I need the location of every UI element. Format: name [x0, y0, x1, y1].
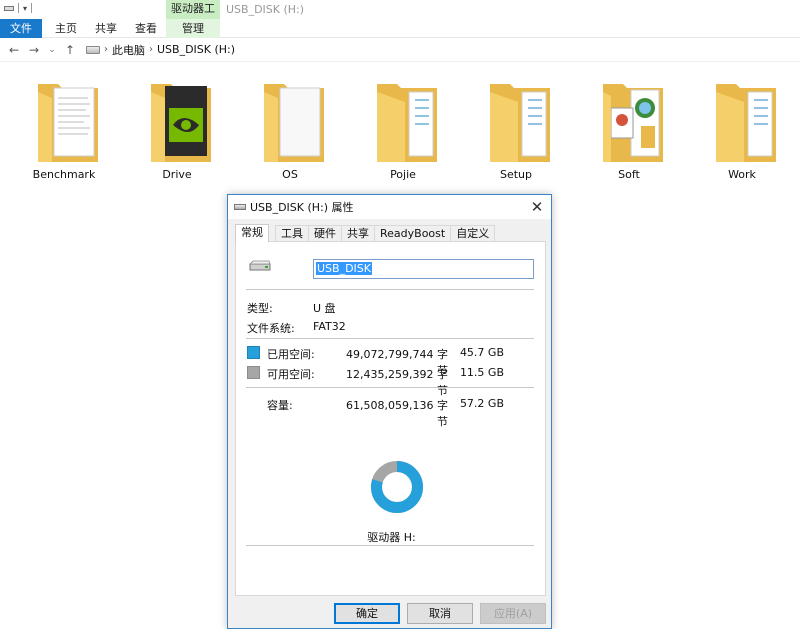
dialog-tabs: 常规 工具 硬件 共享 ReadyBoost 自定义 [235, 224, 496, 242]
drive-icon[interactable] [4, 5, 14, 11]
type-value: U 盘 [313, 302, 336, 315]
usb-drive-icon [249, 260, 271, 271]
tab-general[interactable]: 常规 [235, 224, 269, 242]
forward-arrow-icon[interactable]: → [26, 43, 42, 57]
folder-label: Soft [618, 168, 640, 181]
tab-customize[interactable]: 自定义 [450, 225, 496, 241]
folder-label: Pojie [390, 168, 416, 181]
close-icon[interactable]: ✕ [529, 198, 545, 216]
folder-blank-document-icon [264, 84, 324, 162]
customize-toolbar-icon[interactable]: ▾ [23, 4, 27, 13]
ribbon: ▾ 驱动器工具 USB_DISK (H:) 文件 主页 共享 查看 管理 [0, 0, 800, 38]
folder-label: Setup [499, 168, 533, 181]
general-tab-panel: USB_DISK 类型: U 盘 文件系统: FAT32 已用空间: 49,07… [235, 241, 546, 596]
drive-icon [234, 204, 246, 210]
free-space-size: 11.5 GB [459, 366, 504, 379]
folder-label: Drive [162, 168, 192, 181]
folder-grid: Benchmark Drive OS Pojie Setup Soft Work [0, 78, 800, 188]
folder-document-icon [716, 84, 776, 162]
tab-hardware[interactable]: 硬件 [308, 225, 342, 241]
used-space-label: 已用空间: [267, 348, 315, 361]
filesystem-value: FAT32 [313, 320, 346, 333]
type-label: 类型: [247, 302, 273, 315]
breadcrumb-usb-disk[interactable]: USB_DISK (H:) [157, 43, 235, 56]
tab-manage[interactable]: 管理 [166, 19, 220, 38]
window-title: USB_DISK (H:) [226, 3, 305, 16]
breadcrumb-this-pc[interactable]: 此电脑 [112, 42, 145, 58]
quick-access-toolbar: ▾ [4, 3, 33, 13]
used-space-swatch [247, 346, 260, 359]
capacity-size: 57.2 GB [459, 397, 504, 410]
divider [246, 545, 534, 546]
divider [246, 289, 534, 290]
folder-label: OS [282, 168, 298, 181]
folder-image-icon [603, 84, 663, 162]
drive-name-input[interactable]: USB_DISK [313, 259, 534, 279]
drive-icon [86, 45, 100, 54]
back-arrow-icon[interactable]: ← [6, 43, 22, 57]
ribbon-tabs: 文件 主页 共享 查看 管理 [0, 19, 220, 38]
folder-document-icon [490, 84, 550, 162]
qat-separator [18, 3, 19, 13]
capacity-bytes: 61,508,059,136 字节 [346, 399, 448, 428]
divider [246, 338, 534, 339]
apply-button[interactable]: 应用(A) [480, 603, 546, 624]
address-bar: ← → ⌄ ↑ › 此电脑 › USB_DISK (H:) [0, 38, 800, 62]
tab-home[interactable]: 主页 [46, 19, 86, 38]
dialog-title-bar[interactable]: USB_DISK (H:) 属性 [228, 195, 551, 219]
tab-sharing[interactable]: 共享 [341, 225, 375, 241]
free-space-bytes: 12,435,259,392 字节 [346, 368, 448, 397]
ok-button[interactable]: 确定 [334, 603, 400, 624]
filesystem-label: 文件系统: [247, 322, 295, 335]
breadcrumb-separator-icon[interactable]: › [149, 44, 153, 55]
cancel-button[interactable]: 取消 [407, 603, 473, 624]
disk-usage-donut-chart [371, 461, 423, 513]
tab-tools[interactable]: 工具 [275, 225, 309, 241]
free-space-label: 可用空间: [267, 368, 315, 381]
up-arrow-icon[interactable]: ↑ [62, 43, 78, 57]
folder-label: Benchmark [32, 168, 96, 181]
tab-share[interactable]: 共享 [86, 19, 126, 38]
folder-document-icon [377, 84, 437, 162]
tab-view[interactable]: 查看 [126, 19, 166, 38]
properties-dialog: USB_DISK (H:) 属性 ✕ 常规 工具 硬件 共享 ReadyBoos… [227, 194, 552, 629]
used-space-size: 45.7 GB [459, 346, 504, 359]
tab-readyboost[interactable]: ReadyBoost [374, 225, 452, 241]
dialog-title: USB_DISK (H:) 属性 [250, 201, 354, 214]
breadcrumb-separator-icon[interactable]: › [104, 44, 108, 55]
drive-name-value: USB_DISK [316, 262, 372, 275]
folder-document-icon [38, 84, 98, 162]
drive-letter-label: 驱动器 H: [367, 531, 416, 544]
free-space-swatch [247, 366, 260, 379]
recent-locations-chevron-icon[interactable]: ⌄ [44, 45, 60, 55]
tab-file[interactable]: 文件 [0, 19, 42, 38]
capacity-label: 容量: [267, 399, 293, 412]
context-tab-header: 驱动器工具 [166, 0, 220, 33]
qat-separator [31, 3, 33, 13]
folder-nvidia-icon [151, 84, 211, 162]
folder-label: Work [728, 168, 756, 181]
dialog-button-bar: 确定 取消 应用(A) [228, 599, 553, 627]
divider [246, 387, 534, 388]
